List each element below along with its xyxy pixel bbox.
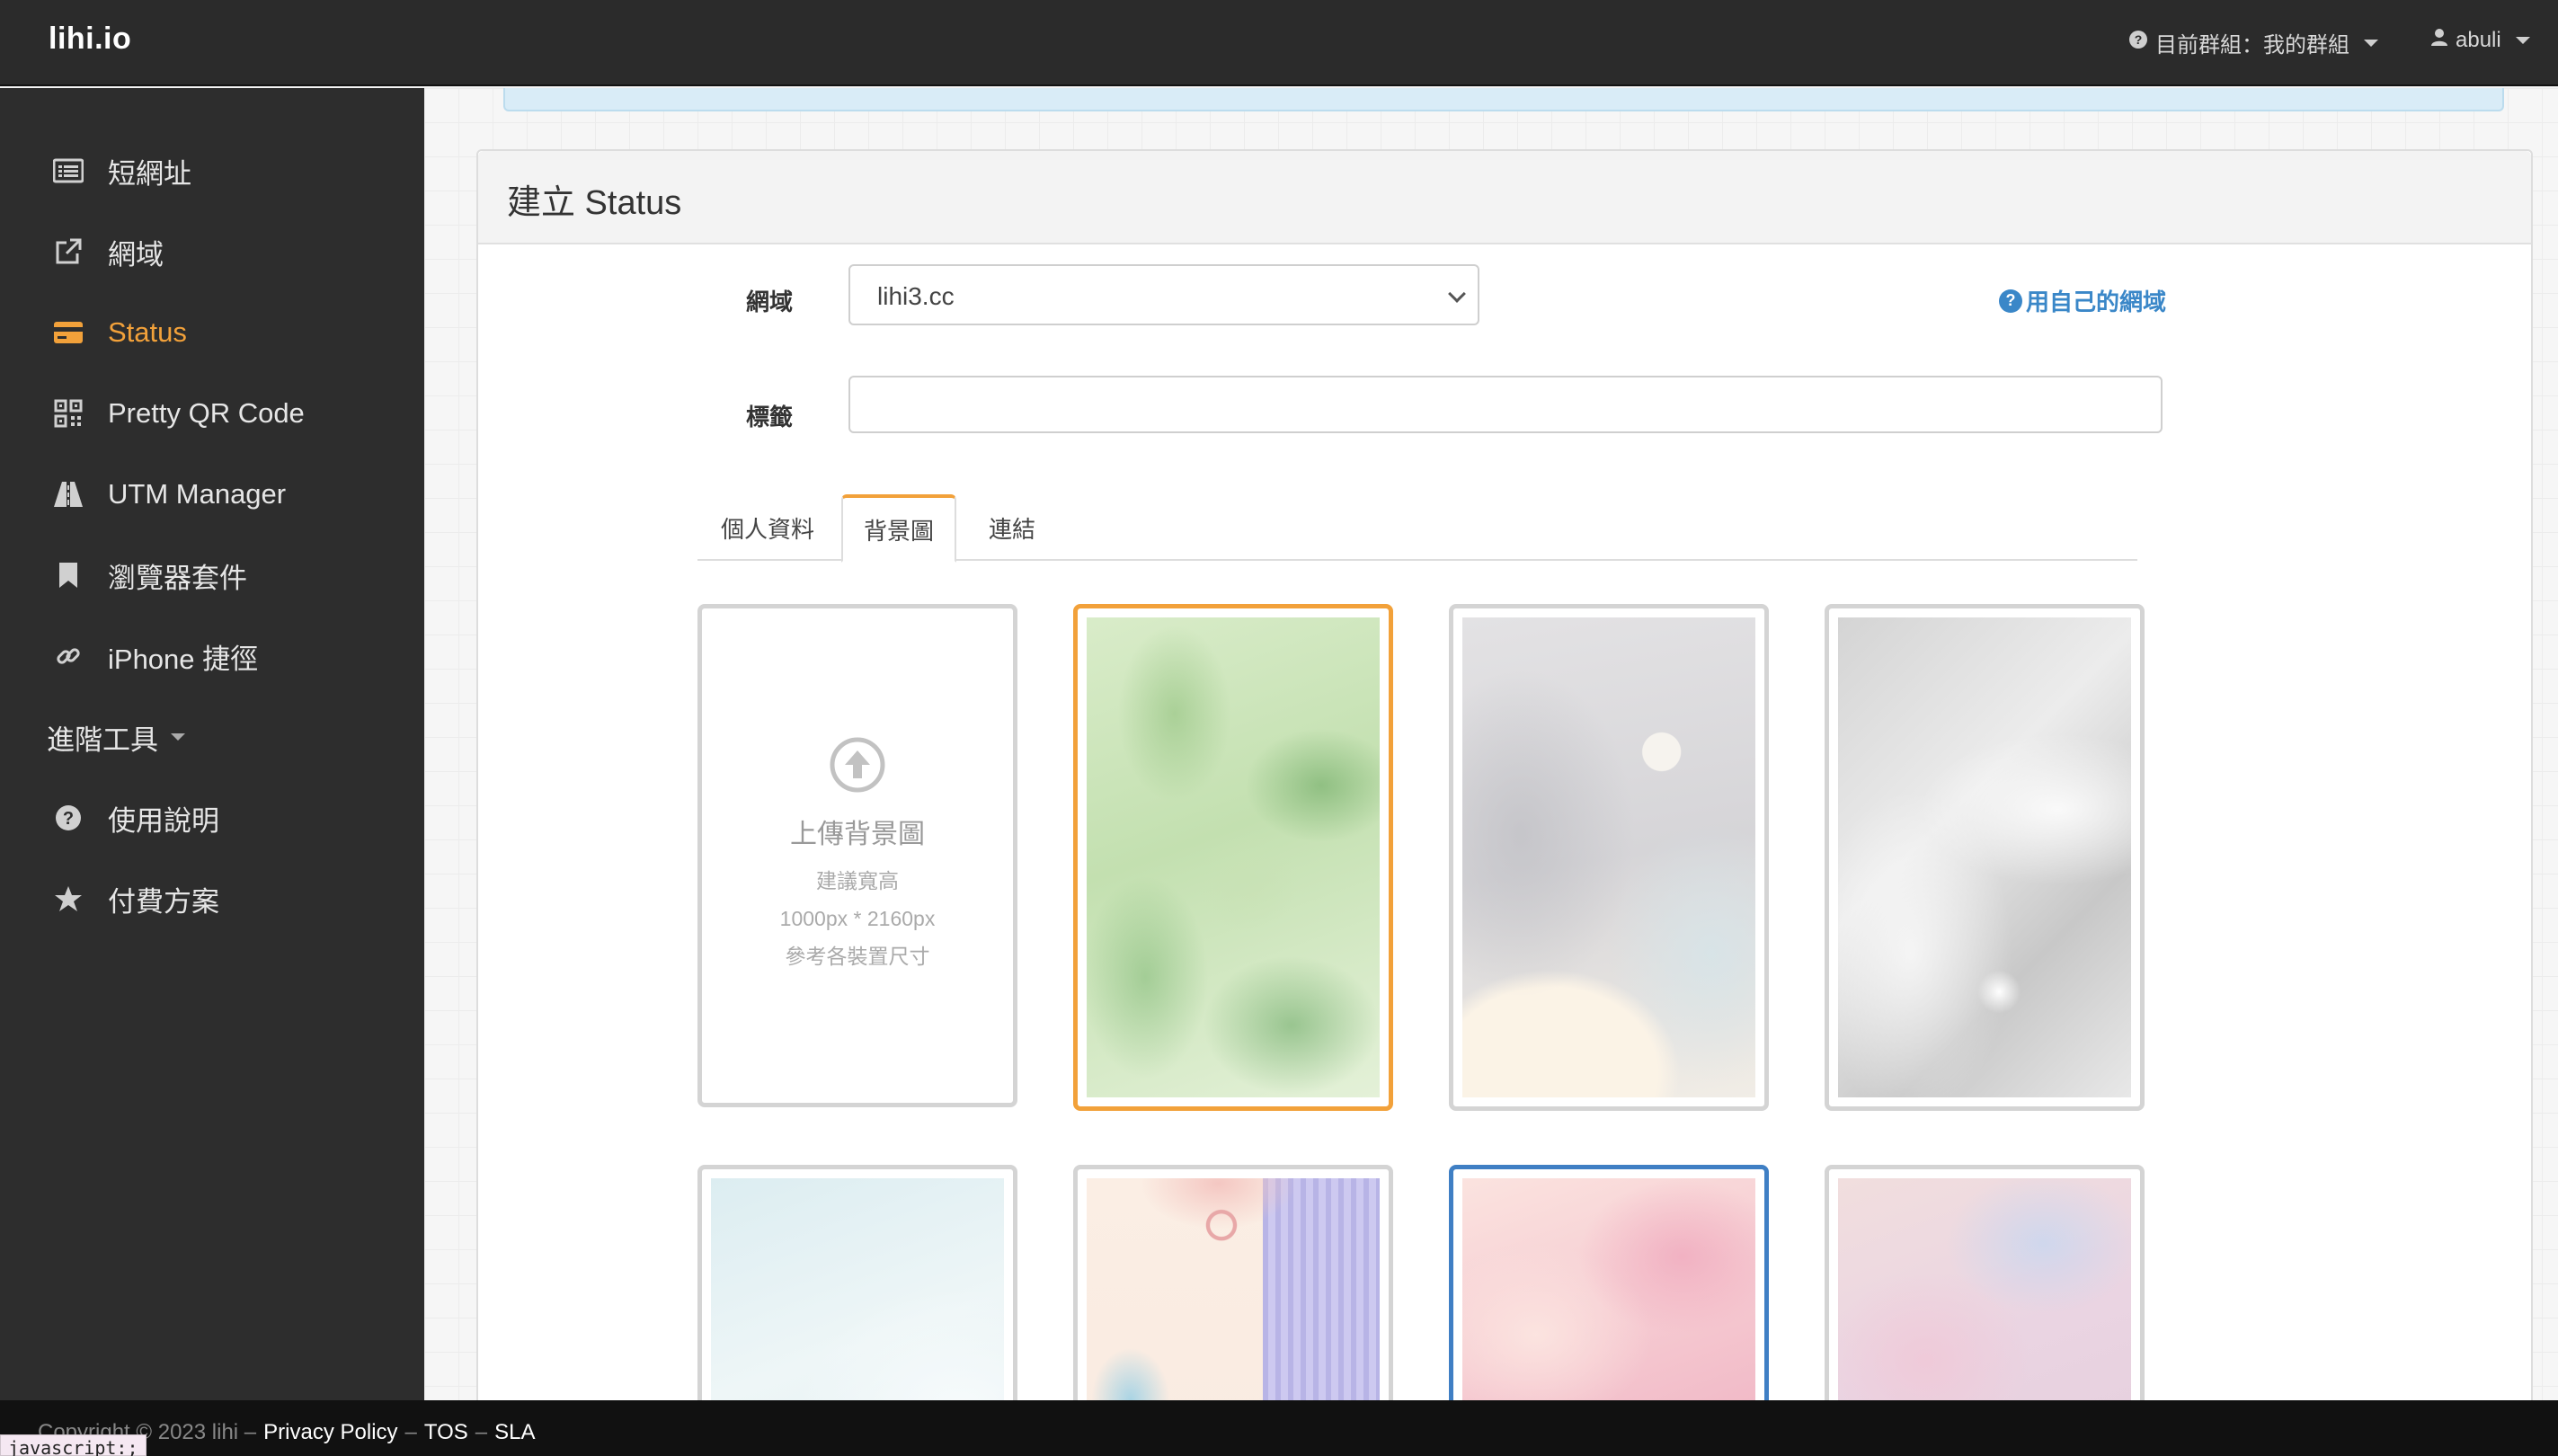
background-option-green-watercolor[interactable] <box>1073 604 1393 1111</box>
background-option-pink-blue-watercolor[interactable] <box>1825 1165 2145 1400</box>
chevron-down-icon <box>2515 36 2530 44</box>
upload-hint-line: 建議寬高 <box>816 868 899 892</box>
road-icon <box>49 475 88 514</box>
top-navbar: lihi.io ? 目前群組：我的群組 abuli <box>0 0 2558 86</box>
sidebar-item-label: 付費方案 <box>108 885 219 918</box>
tag-label: 標籤 <box>746 404 794 431</box>
background-preview <box>1838 617 2131 1097</box>
upload-hint: 建議寬高 1000px * 2160px 參考各裝置尺寸 <box>780 862 936 975</box>
sidebar: 短網址 網域 Status Pretty QR Code UTM Manager… <box>0 88 424 1400</box>
sidebar-item-domains[interactable]: 網域 <box>49 225 164 279</box>
background-option-pink-clouds[interactable] <box>1449 1165 1769 1400</box>
user-menu[interactable]: abuli <box>2430 27 2530 53</box>
panel-heading: 建立 Status <box>478 151 2531 244</box>
sidebar-item-status[interactable]: Status <box>49 306 187 360</box>
footer: Copyright © 2023 lihi – Privacy Policy –… <box>0 1400 2558 1456</box>
question-circle-icon: ? <box>1999 289 2022 313</box>
sidebar-item-label: Status <box>108 316 187 348</box>
user-icon <box>2430 27 2448 53</box>
background-option-silver-swirl[interactable] <box>1825 604 2145 1111</box>
create-status-panel: 建立 Status 網域 lihi3.cc ? 用自己的網域 標籤 個人資料 背… <box>476 149 2533 1400</box>
chevron-down-icon <box>171 733 185 741</box>
background-preview <box>1087 1178 1380 1400</box>
upload-hint-line: 參考各裝置尺寸 <box>785 944 930 968</box>
main-content: 建立 Status 網域 lihi3.cc ? 用自己的網域 標籤 個人資料 背… <box>424 88 2558 1400</box>
tab-bar: 個人資料 背景圖 連結 <box>697 494 2137 563</box>
sidebar-item-label: 短網址 <box>108 157 191 190</box>
browser-status-url: javascript:; <box>0 1434 147 1456</box>
sidebar-item-pricing[interactable]: 付費方案 <box>49 872 219 926</box>
upload-hint-line: 1000px * 2160px <box>779 906 936 930</box>
chevron-down-icon <box>1448 285 1466 303</box>
tab-links[interactable]: 連結 <box>958 494 1066 561</box>
tab-profile[interactable]: 個人資料 <box>697 494 838 561</box>
tos-link[interactable]: TOS <box>424 1420 468 1445</box>
upload-title: 上傳背景圖 <box>790 819 925 849</box>
group-label: 目前群組：我的群組 <box>2155 33 2349 58</box>
domain-select-value: lihi3.cc <box>877 282 955 310</box>
sidebar-item-help[interactable]: ? 使用說明 <box>49 791 219 845</box>
sidebar-item-label: Pretty QR Code <box>108 397 305 429</box>
sla-link[interactable]: SLA <box>494 1420 535 1445</box>
sidebar-item-label: 網域 <box>108 238 164 271</box>
sidebar-item-label: 瀏覽器套件 <box>108 562 247 594</box>
sidebar-item-utm-manager[interactable]: UTM Manager <box>49 467 286 521</box>
svg-text:?: ? <box>63 809 74 829</box>
privacy-policy-link[interactable]: Privacy Policy <box>263 1420 397 1445</box>
svg-text:?: ? <box>2135 32 2143 47</box>
own-domain-link[interactable]: ? 用自己的網域 <box>1999 284 2166 317</box>
bookmark-icon <box>49 555 88 595</box>
footer-separator: – <box>475 1420 488 1444</box>
sidebar-item-label: UTM Manager <box>108 478 287 510</box>
link-icon <box>49 636 88 676</box>
footer-separator: – <box>404 1420 417 1444</box>
sidebar-item-label: iPhone 捷徑 <box>108 643 259 675</box>
background-option-pale-blue-curve[interactable] <box>697 1165 1017 1400</box>
background-option-pastel-geometric[interactable] <box>1073 1165 1393 1400</box>
background-preview <box>1462 1178 1755 1400</box>
background-preview <box>1462 617 1755 1097</box>
credit-card-icon <box>49 313 88 352</box>
list-icon <box>49 151 88 191</box>
page-title: 建立 Status <box>507 184 682 222</box>
sidebar-item-iphone-shortcut[interactable]: iPhone 捷徑 <box>49 629 258 683</box>
sidebar-item-pretty-qr-code[interactable]: Pretty QR Code <box>49 386 305 440</box>
qrcode-icon <box>49 394 88 433</box>
own-domain-link-label: 用自己的網域 <box>2026 289 2167 315</box>
background-preview <box>711 1178 1004 1400</box>
star-icon <box>49 879 88 919</box>
background-preview <box>1087 617 1380 1097</box>
username: abuli <box>2456 27 2501 52</box>
brand-logo[interactable]: lihi.io <box>49 22 131 57</box>
domain-label: 網域 <box>746 289 794 315</box>
question-circle-icon: ? <box>49 798 88 838</box>
chevron-down-icon <box>2364 39 2378 47</box>
sidebar-item-advanced-tools[interactable]: 進階工具 <box>47 710 185 764</box>
tag-input[interactable] <box>848 376 2163 433</box>
sidebar-item-label: 使用說明 <box>108 804 219 837</box>
upload-icon <box>830 737 885 797</box>
question-circle-icon: ? <box>2128 30 2148 56</box>
background-preview <box>1838 1178 2131 1400</box>
sidebar-item-short-urls[interactable]: 短網址 <box>49 144 191 198</box>
upload-background-tile[interactable]: 上傳背景圖 建議寬高 1000px * 2160px 參考各裝置尺寸 <box>697 604 1017 1107</box>
tab-background[interactable]: 背景圖 <box>841 494 956 563</box>
sidebar-item-label: 進階工具 <box>47 724 158 756</box>
group-selector[interactable]: ? 目前群組：我的群組 <box>2128 27 2378 58</box>
sidebar-item-browser-extension[interactable]: 瀏覽器套件 <box>49 548 247 602</box>
background-option-grey-waves[interactable] <box>1449 604 1769 1111</box>
external-link-icon <box>49 232 88 271</box>
info-alert <box>503 88 2504 111</box>
domain-select[interactable]: lihi3.cc <box>848 264 1479 325</box>
